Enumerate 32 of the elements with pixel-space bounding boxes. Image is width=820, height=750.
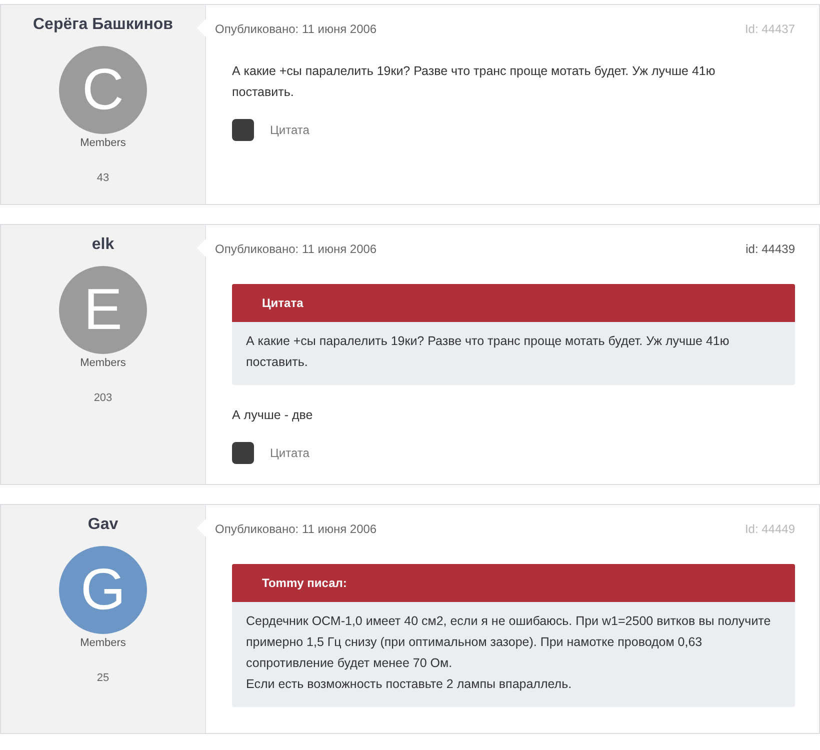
quote-header: Цитата [232, 284, 795, 322]
post-count: 43 [96, 172, 110, 184]
avatar[interactable]: C [59, 46, 147, 134]
avatar[interactable]: G [59, 546, 147, 634]
quote-text: А какие +сы паралелить 19ки? Разве что транс проще мотать будет. Уж лучше 41ю поставить. [246, 333, 730, 371]
pointer-arrow [197, 239, 206, 257]
author-name[interactable]: elk [92, 236, 114, 254]
publish-date: Опубликовано: 11 июня 2006 [215, 242, 377, 256]
post-id: id: 44439 [746, 242, 795, 256]
user-group: Members [80, 357, 126, 369]
post-text: А какие +сы паралелить 19ки? Разве что транс проще мотать будет. Уж лучше 41ю поставить. [232, 63, 716, 101]
quote-button[interactable]: Цитата [270, 123, 310, 137]
post-id: Id: 44449 [744, 522, 795, 536]
post-count: 203 [94, 392, 112, 404]
pointer-arrow [197, 19, 206, 37]
post-text: А лучше - две [232, 407, 314, 424]
post-id: Id: 44437 [744, 22, 795, 36]
publish-date: Опубликовано: 11 июня 2006 [215, 22, 377, 36]
quote-text: Если есть возможность поставьте 2 лампы впараллель. [246, 676, 573, 693]
author-name[interactable]: Gav [88, 516, 118, 534]
author-name[interactable]: Серёга Башкинов [33, 16, 173, 34]
quote-header: Tommy писал: [232, 564, 795, 602]
publish-date: Опубликовано: 11 июня 2006 [215, 522, 377, 536]
avatar[interactable]: E [59, 266, 147, 354]
checkbox-icon[interactable] [232, 442, 254, 464]
post-count: 25 [96, 672, 110, 684]
user-group: Members [80, 137, 126, 149]
quote-text: Сердечник ОСМ-1,0 имеет 40 см2, если я не ошибаюсь. При w1=2500 витков вы получите примерно 1,5 Гц снизу (при оптимальном зазоре). При намотке проводом 0,63 сопротивление будет менее 70 Ом. [246, 613, 772, 672]
user-group: Members [80, 637, 126, 649]
checkbox-icon[interactable] [232, 119, 254, 141]
pointer-arrow [197, 519, 206, 537]
quote-button[interactable]: Цитата [270, 446, 310, 460]
